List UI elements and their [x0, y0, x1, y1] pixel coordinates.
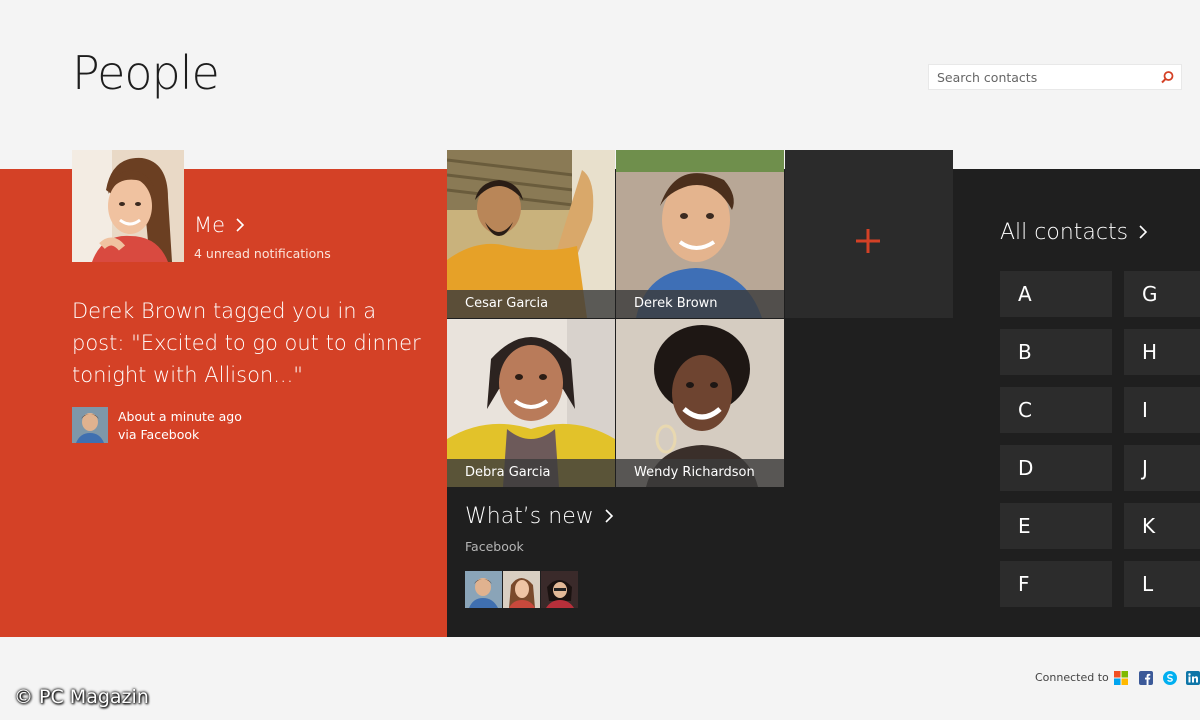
post-author-photo — [72, 407, 108, 443]
chevron-right-icon — [236, 218, 244, 232]
letter-tile-f[interactable]: F — [1000, 561, 1112, 607]
page-title: People — [72, 46, 220, 100]
contact-name: Cesar Garcia — [447, 290, 615, 318]
favorite-tile-debra-garcia[interactable]: Debra Garcia — [447, 319, 615, 487]
chevron-right-icon — [605, 509, 613, 523]
contact-thumbnail — [465, 571, 502, 608]
favorite-tile-derek-brown[interactable]: Derek Brown — [616, 150, 784, 318]
letter-tile-j[interactable]: J — [1124, 445, 1200, 491]
contact-name: Derek Brown — [616, 290, 784, 318]
me-title: Me — [194, 213, 226, 237]
contact-name: Debra Garcia — [447, 459, 615, 487]
post-source: via Facebook — [118, 427, 200, 442]
skype-icon[interactable] — [1163, 670, 1177, 685]
letter-tile-h[interactable]: H — [1124, 329, 1200, 375]
contact-thumbnail — [503, 571, 540, 608]
contact-thumbnail — [541, 571, 578, 608]
letter-tile-k[interactable]: K — [1124, 503, 1200, 549]
all-contacts-link[interactable]: All contacts — [1000, 220, 1149, 245]
whats-new-avatar[interactable] — [465, 571, 502, 608]
whats-new-subtitle: Facebook — [465, 539, 524, 554]
letter-tile-l[interactable]: L — [1124, 561, 1200, 607]
letter-tile-b[interactable]: B — [1000, 329, 1112, 375]
me-avatar-photo — [72, 150, 184, 262]
contact-name: Wendy Richardson — [616, 459, 784, 487]
letter-tile-d[interactable]: D — [1000, 445, 1112, 491]
me-panel — [0, 169, 447, 637]
letter-tile-c[interactable]: C — [1000, 387, 1112, 433]
post-time: About a minute ago — [118, 409, 242, 424]
whats-new-link[interactable]: What’s new — [465, 504, 615, 529]
letter-tile-g[interactable]: G — [1124, 271, 1200, 317]
favorite-tile-wendy-richardson[interactable]: Wendy Richardson — [616, 319, 784, 487]
whats-new-title: What’s new — [465, 504, 594, 529]
whats-new-avatar[interactable] — [541, 571, 578, 608]
favorite-tile-cesar-garcia[interactable]: Cesar Garcia — [447, 150, 615, 318]
post-author-avatar[interactable] — [72, 407, 108, 443]
watermark: © PC Magazin — [14, 686, 149, 708]
letter-tile-a[interactable]: A — [1000, 271, 1112, 317]
search-input[interactable] — [929, 65, 1171, 89]
add-favorite-button[interactable] — [785, 150, 953, 318]
plus-icon — [856, 229, 880, 253]
me-notifications[interactable]: 4 unread notifications — [194, 246, 331, 261]
me-link[interactable]: Me — [194, 213, 246, 237]
me-post-text[interactable]: Derek Brown tagged you in a post: "Excit… — [72, 295, 422, 391]
chevron-right-icon — [1139, 225, 1148, 239]
connected-to-label: Connected to — [1035, 671, 1109, 684]
letter-tile-i[interactable]: I — [1124, 387, 1200, 433]
whats-new-avatar[interactable] — [503, 571, 540, 608]
microsoft-icon[interactable] — [1114, 670, 1128, 685]
linkedin-icon[interactable] — [1186, 670, 1200, 685]
facebook-icon[interactable] — [1139, 670, 1153, 685]
me-avatar[interactable] — [72, 150, 184, 262]
search-icon[interactable] — [1155, 66, 1179, 90]
letter-tile-e[interactable]: E — [1000, 503, 1112, 549]
search-box[interactable] — [928, 64, 1182, 90]
all-contacts-title: All contacts — [1000, 220, 1129, 245]
